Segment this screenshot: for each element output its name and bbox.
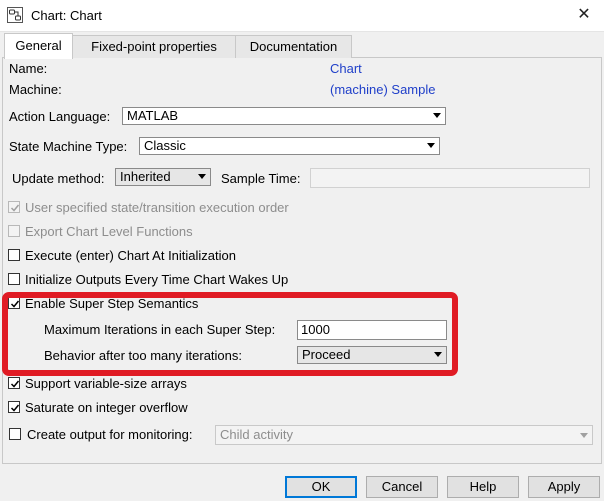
super-step-highlight-box bbox=[2, 292, 458, 376]
monitoring-value: Child activity bbox=[220, 427, 293, 442]
name-label: Name: bbox=[9, 61, 48, 76]
cancel-button[interactable]: Cancel bbox=[366, 476, 438, 498]
export-chart-functions-checkbox[interactable] bbox=[8, 225, 20, 237]
initialize-outputs-label: Initialize Outputs Every Time Chart Wake… bbox=[25, 272, 289, 287]
state-machine-type-select[interactable]: Classic bbox=[139, 137, 440, 155]
ok-button[interactable]: OK bbox=[285, 476, 357, 498]
tab-fixed-point-properties[interactable]: Fixed-point properties bbox=[72, 35, 236, 58]
sample-time-field[interactable] bbox=[310, 168, 590, 188]
initialize-outputs-checkbox[interactable] bbox=[8, 273, 20, 285]
support-variable-size-label: Support variable-size arrays bbox=[25, 376, 187, 391]
chevron-down-icon bbox=[427, 143, 435, 148]
support-variable-size-checkbox[interactable] bbox=[8, 377, 20, 389]
machine-link[interactable]: (machine) Sample bbox=[330, 82, 436, 97]
tab-general[interactable]: General bbox=[4, 33, 73, 59]
create-output-monitoring-checkbox[interactable] bbox=[9, 428, 21, 440]
user-specified-order-label: User specified state/transition executio… bbox=[25, 200, 289, 215]
action-language-value: MATLAB bbox=[127, 108, 179, 123]
apply-button[interactable]: Apply bbox=[528, 476, 600, 498]
state-machine-type-value: Classic bbox=[144, 138, 186, 153]
window-title: Chart: Chart bbox=[31, 8, 102, 23]
chevron-down-icon bbox=[198, 174, 206, 179]
tab-documentation[interactable]: Documentation bbox=[235, 35, 352, 58]
close-icon: ✕ bbox=[577, 6, 591, 23]
chevron-down-icon bbox=[580, 433, 588, 438]
machine-label: Machine: bbox=[9, 82, 62, 97]
name-link[interactable]: Chart bbox=[330, 61, 362, 76]
user-specified-order-checkbox[interactable] bbox=[8, 201, 20, 213]
monitoring-select[interactable]: Child activity bbox=[215, 425, 593, 445]
create-output-monitoring-label: Create output for monitoring: bbox=[27, 427, 193, 442]
execute-at-init-label: Execute (enter) Chart At Initialization bbox=[25, 248, 236, 263]
saturate-overflow-checkbox[interactable] bbox=[8, 401, 20, 413]
sample-time-label: Sample Time: bbox=[221, 171, 301, 186]
action-language-select[interactable]: MATLAB bbox=[122, 107, 446, 125]
saturate-overflow-label: Saturate on integer overflow bbox=[25, 400, 188, 415]
export-chart-functions-label: Export Chart Level Functions bbox=[25, 224, 193, 239]
update-method-value: Inherited bbox=[120, 169, 171, 184]
help-button[interactable]: Help bbox=[447, 476, 519, 498]
close-button[interactable]: ✕ bbox=[572, 4, 596, 26]
update-method-select[interactable]: Inherited bbox=[115, 168, 211, 186]
action-language-label: Action Language: bbox=[9, 109, 111, 124]
stateflow-chart-icon bbox=[7, 7, 23, 23]
state-machine-type-label: State Machine Type: bbox=[9, 139, 128, 154]
update-method-label: Update method: bbox=[12, 171, 105, 186]
execute-at-init-checkbox[interactable] bbox=[8, 249, 20, 261]
chevron-down-icon bbox=[433, 113, 441, 118]
